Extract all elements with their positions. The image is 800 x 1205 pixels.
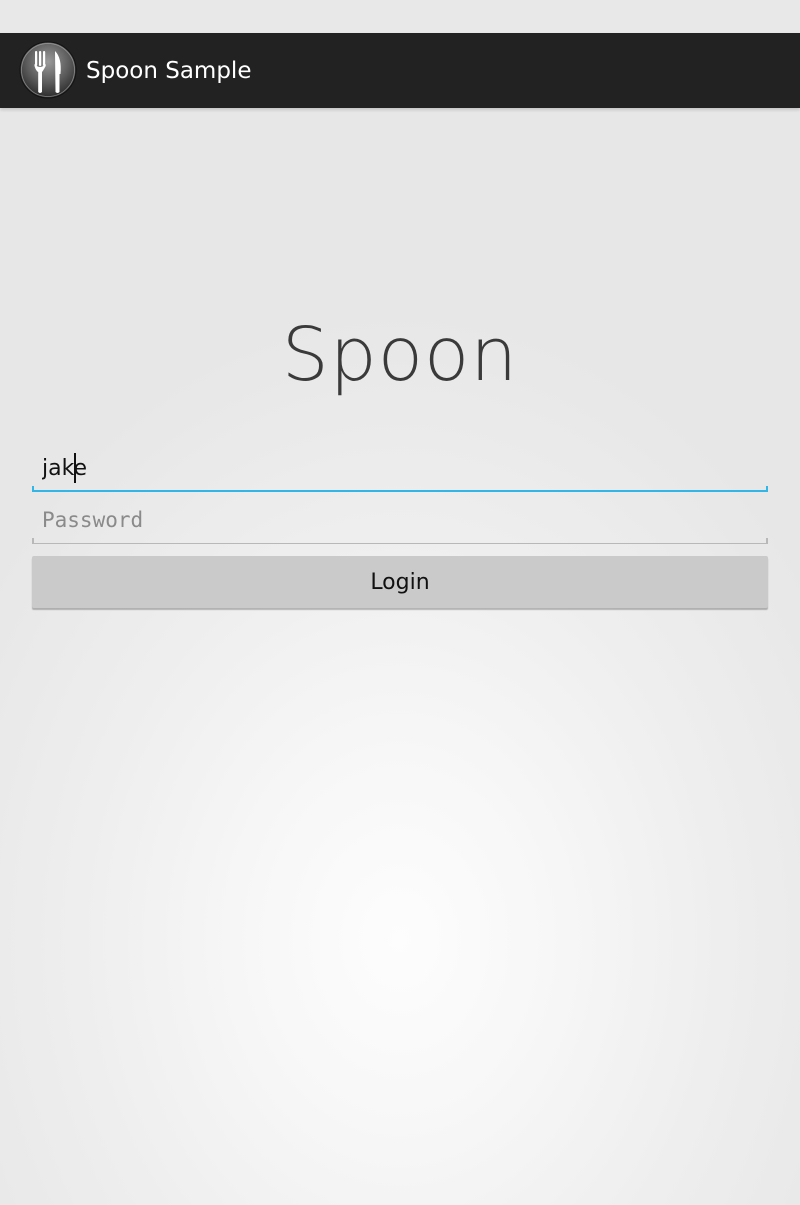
username-underline: [32, 486, 768, 492]
password-underline: [32, 538, 768, 544]
username-field[interactable]: [32, 444, 768, 492]
text-cursor: [74, 453, 76, 483]
username-input[interactable]: [32, 444, 768, 492]
password-input[interactable]: [32, 496, 768, 544]
logo-text: Spoon: [281, 312, 519, 398]
app-title: Spoon Sample: [86, 58, 252, 84]
status-bar: [0, 0, 800, 33]
action-bar: Spoon Sample: [0, 33, 800, 108]
login-button[interactable]: Login: [32, 556, 768, 608]
password-field[interactable]: [32, 496, 768, 544]
fork-knife-icon[interactable]: [19, 40, 77, 100]
